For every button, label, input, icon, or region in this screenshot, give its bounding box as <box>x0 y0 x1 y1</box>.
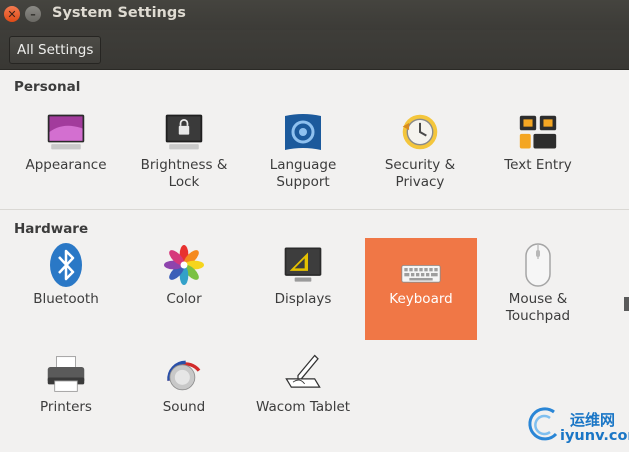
setting-label: Mouse & Touchpad <box>505 291 571 324</box>
watermark-logo: 运维网 iyunv.com <box>520 400 629 452</box>
setting-text-entry[interactable]: Text Entry <box>482 104 594 206</box>
displays-icon <box>283 242 323 288</box>
bluetooth-icon <box>46 242 86 288</box>
setting-label: Printers <box>40 399 92 415</box>
keyboard-icon <box>401 242 441 288</box>
wacom-tablet-icon <box>283 350 323 396</box>
color-icon <box>164 242 204 288</box>
minimize-button[interactable]: – <box>25 6 41 22</box>
watermark-cn-text: 运维网 <box>570 411 616 429</box>
setting-sound[interactable]: Sound <box>128 346 240 448</box>
setting-label: Color <box>166 291 202 307</box>
setting-appearance[interactable]: Appearance <box>10 104 122 206</box>
section-heading-personal: Personal <box>14 79 81 95</box>
window-title: System Settings <box>52 5 186 21</box>
setting-label: Displays <box>274 291 332 307</box>
sound-icon <box>164 350 204 396</box>
toolbar: All Settings <box>0 30 629 70</box>
watermark-en-text: iyunv.com <box>560 428 629 444</box>
setting-label: Wacom Tablet <box>255 399 351 415</box>
setting-label: Appearance <box>25 157 107 173</box>
section-heading-hardware: Hardware <box>14 221 89 237</box>
setting-language-support[interactable]: Language Support <box>247 104 359 206</box>
setting-label: Sound <box>162 399 206 415</box>
section-divider <box>0 209 629 210</box>
close-icon: ✕ <box>7 7 17 21</box>
minimize-icon: – <box>30 7 36 21</box>
security-privacy-icon <box>400 108 440 154</box>
text-entry-icon <box>518 108 558 154</box>
setting-printers[interactable]: Printers <box>10 346 122 448</box>
setting-label: Text Entry <box>504 157 572 173</box>
title-bar: ✕ – System Settings <box>0 0 629 30</box>
setting-label: Language Support <box>269 157 337 190</box>
setting-label: Security & Privacy <box>384 157 456 190</box>
setting-color[interactable]: Color <box>128 238 240 340</box>
setting-wacom-tablet[interactable]: Wacom Tablet <box>247 346 359 448</box>
mouse-icon <box>518 242 558 288</box>
close-button[interactable]: ✕ <box>4 6 20 22</box>
setting-label: Bluetooth <box>33 291 99 307</box>
setting-bluetooth[interactable]: Bluetooth <box>10 238 122 340</box>
setting-label: Keyboard <box>389 291 453 307</box>
appearance-icon <box>46 108 86 154</box>
printer-icon <box>46 350 86 396</box>
all-settings-button[interactable]: All Settings <box>9 36 102 64</box>
setting-security-privacy[interactable]: Security & Privacy <box>364 104 476 206</box>
setting-brightness-lock[interactable]: Brightness & Lock <box>128 104 240 206</box>
watermark-swirl-icon <box>528 407 558 441</box>
setting-mouse-touchpad[interactable]: Mouse & Touchpad <box>482 238 594 340</box>
next-item-edge <box>624 297 629 311</box>
language-support-icon <box>283 108 323 154</box>
setting-displays[interactable]: Displays <box>247 238 359 340</box>
brightness-lock-icon <box>164 108 204 154</box>
setting-label: Brightness & Lock <box>140 157 228 190</box>
setting-keyboard[interactable]: Keyboard <box>365 238 477 340</box>
